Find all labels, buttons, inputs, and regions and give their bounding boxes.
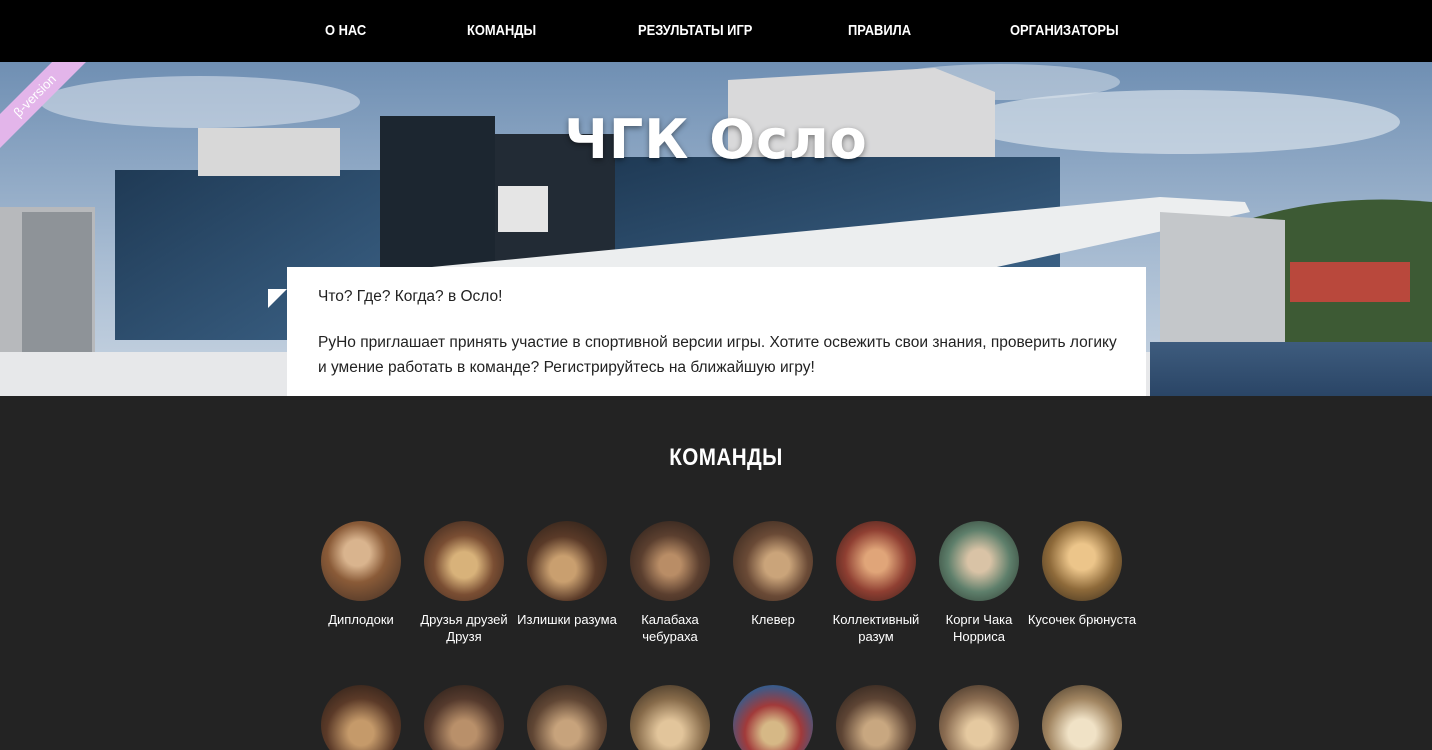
nav-link-teams[interactable]: КОМАНДЫ bbox=[467, 0, 536, 62]
team-card[interactable] bbox=[409, 685, 519, 750]
nav-link-organizers[interactable]: ОРГАНИЗАТОРЫ bbox=[1010, 0, 1119, 62]
team-card[interactable]: Друзья друзей Друзя bbox=[409, 521, 519, 645]
intro-card-notch bbox=[268, 289, 287, 308]
team-card[interactable] bbox=[718, 685, 828, 750]
team-card[interactable] bbox=[821, 685, 931, 750]
team-card[interactable] bbox=[924, 685, 1034, 750]
team-photo bbox=[733, 521, 813, 601]
team-photo bbox=[630, 685, 710, 750]
intro-card: Что? Где? Когда? в Осло! РуНо приглашает… bbox=[287, 267, 1146, 396]
team-photo bbox=[527, 521, 607, 601]
team-card[interactable]: Клевер bbox=[718, 521, 828, 628]
team-photo bbox=[1042, 521, 1122, 601]
teams-section-heading: КОМАНДЫ bbox=[0, 444, 1432, 472]
intro-text: РуНо приглашает принять участие в спорти… bbox=[318, 334, 1117, 376]
team-card[interactable]: Излишки разума bbox=[512, 521, 622, 628]
team-photo bbox=[939, 685, 1019, 750]
team-card[interactable] bbox=[306, 685, 416, 750]
intro-heading: Что? Где? Когда? в Осло! bbox=[318, 288, 503, 305]
team-photo bbox=[630, 521, 710, 601]
team-photo bbox=[1042, 685, 1122, 750]
team-photo bbox=[836, 685, 916, 750]
team-name: Друзья друзей Друзя bbox=[420, 612, 508, 644]
team-card[interactable]: Корги Чака Норриса bbox=[924, 521, 1034, 645]
team-card[interactable]: Диплодоки bbox=[306, 521, 416, 628]
team-photo bbox=[733, 685, 813, 750]
team-name: Калабаха чебураха bbox=[641, 612, 699, 644]
team-name: Клевер bbox=[751, 612, 795, 627]
team-photo bbox=[424, 685, 504, 750]
team-name: Корги Чака Норриса bbox=[945, 612, 1013, 644]
team-card[interactable] bbox=[512, 685, 622, 750]
team-photo bbox=[939, 521, 1019, 601]
nav-link-about[interactable]: О НАС bbox=[325, 0, 366, 62]
top-navigation: О НАС КОМАНДЫ РЕЗУЛЬТАТЫ ИГР ПРАВИЛА ОРГ… bbox=[0, 0, 1432, 62]
team-name: Излишки разума bbox=[517, 612, 617, 627]
team-card[interactable]: Калабаха чебураха bbox=[615, 521, 725, 645]
team-photo bbox=[321, 685, 401, 750]
teams-heading-text: КОМАНДЫ bbox=[669, 444, 783, 471]
team-card[interactable]: Коллективный разум bbox=[821, 521, 931, 645]
team-card[interactable] bbox=[615, 685, 725, 750]
team-photo bbox=[527, 685, 607, 750]
team-card[interactable] bbox=[1027, 685, 1137, 750]
team-name: Кусочек брюнуста bbox=[1027, 612, 1137, 627]
site-title: ЧГК Осло bbox=[564, 108, 868, 171]
team-photo bbox=[321, 521, 401, 601]
team-name: Диплодоки bbox=[328, 612, 394, 627]
nav-link-results[interactable]: РЕЗУЛЬТАТЫ ИГР bbox=[638, 0, 752, 62]
team-name: Коллективный разум bbox=[832, 612, 920, 644]
team-card[interactable]: Кусочек брюнуста bbox=[1027, 521, 1137, 628]
team-photo bbox=[836, 521, 916, 601]
team-photo bbox=[424, 521, 504, 601]
nav-link-rules[interactable]: ПРАВИЛА bbox=[848, 0, 911, 62]
